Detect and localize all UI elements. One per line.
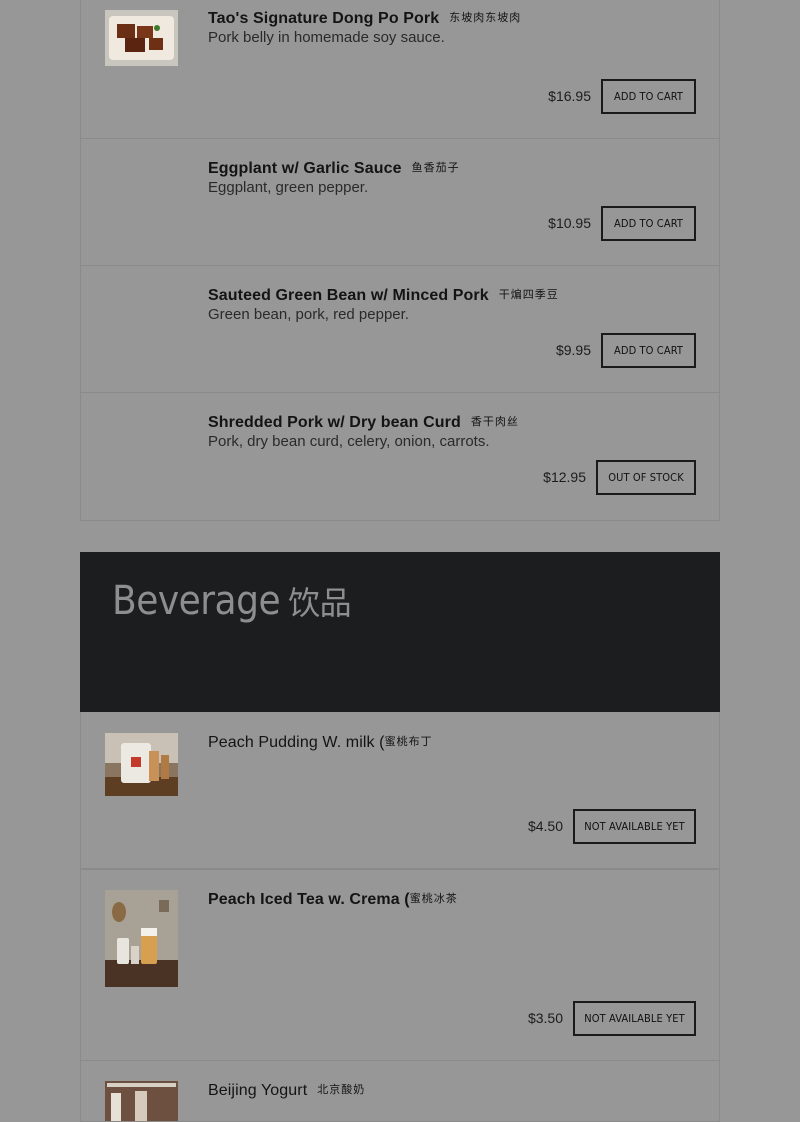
item-cjk-name: 东坡肉东坡肉 — [449, 12, 522, 24]
item-name: Shredded Pork w/ Dry bean Curd 香干肉丝 — [208, 414, 519, 431]
add-to-cart-button[interactable]: Add to cart — [601, 206, 696, 241]
menu-item-card: Tao's Signature Dong Po Pork 东坡肉东坡肉 Pork … — [80, 0, 720, 139]
menu-item-card: Shredded Pork w/ Dry bean Curd 香干肉丝 Pork,… — [80, 392, 720, 521]
section-header-beverage: Beverage 饮品 — [80, 552, 720, 712]
item-name: Peach Iced Tea w. Crema (蜜桃冰茶 — [208, 891, 458, 908]
section-title: Beverage 饮品 — [112, 578, 352, 624]
dong-po-pork-image — [105, 10, 178, 66]
item-cjk-name: 蜜桃布丁 — [384, 736, 433, 748]
item-photo[interactable] — [105, 1081, 178, 1121]
peach-iced-tea-image — [105, 890, 178, 987]
add-to-cart-button[interactable]: Add to cart — [601, 333, 696, 368]
not-available-button[interactable]: Not available yet — [573, 1001, 696, 1036]
item-description: Pork belly in homemade soy sauce. — [208, 29, 445, 46]
item-photo[interactable] — [105, 10, 178, 66]
beijing-yogurt-image — [105, 1081, 178, 1121]
item-price: $10.95 — [548, 215, 591, 231]
item-cjk-name: 蜜桃冰茶 — [409, 893, 458, 905]
item-price: $4.50 — [527, 818, 563, 834]
section-cjk-title: 饮品 — [288, 584, 352, 622]
not-available-button[interactable]: Not available yet — [573, 809, 696, 844]
item-description: Pork, dry bean curd, celery, onion, carr… — [208, 433, 490, 450]
item-photo[interactable] — [105, 890, 178, 987]
item-photo[interactable] — [105, 733, 178, 796]
item-description: Eggplant, green pepper. — [208, 179, 369, 196]
item-name: Peach Pudding W. milk (蜜桃布丁 — [208, 734, 433, 751]
item-name: Eggplant w/ Garlic Sauce 鱼香茄子 — [208, 160, 460, 177]
item-name: Tao's Signature Dong Po Pork 东坡肉东坡肉 — [208, 10, 522, 27]
item-cjk-name: 干煸四季豆 — [498, 289, 559, 301]
item-description: Green bean, pork, red pepper. — [208, 306, 409, 323]
peach-pudding-image — [105, 733, 178, 796]
menu-item-card: Beijing Yogurt 北京酸奶 — [80, 1060, 720, 1122]
menu-item-card: Peach Pudding W. milk (蜜桃布丁 $4.50 Not av… — [80, 712, 720, 869]
item-price: $9.95 — [555, 342, 591, 358]
item-name: Beijing Yogurt 北京酸奶 — [208, 1082, 366, 1099]
item-cjk-name: 北京酸奶 — [317, 1084, 366, 1096]
item-name: Sauteed Green Bean w/ Minced Pork 干煸四季豆 — [208, 287, 559, 304]
out-of-stock-button[interactable]: Out of stock — [596, 460, 696, 495]
add-to-cart-button[interactable]: Add to cart — [601, 79, 696, 114]
item-price: $3.50 — [527, 1010, 563, 1026]
menu-item-card: Peach Iced Tea w. Crema (蜜桃冰茶 $3.50 Not … — [80, 869, 720, 1061]
item-cjk-name: 香干肉丝 — [470, 416, 519, 428]
menu-item-card: Eggplant w/ Garlic Sauce 鱼香茄子 Eggplant, g… — [80, 138, 720, 266]
item-price: $16.95 — [548, 88, 591, 104]
item-cjk-name: 鱼香茄子 — [411, 162, 460, 174]
item-price: $12.95 — [543, 469, 586, 485]
menu-item-card: Sauteed Green Bean w/ Minced Pork 干煸四季豆 G… — [80, 265, 720, 393]
